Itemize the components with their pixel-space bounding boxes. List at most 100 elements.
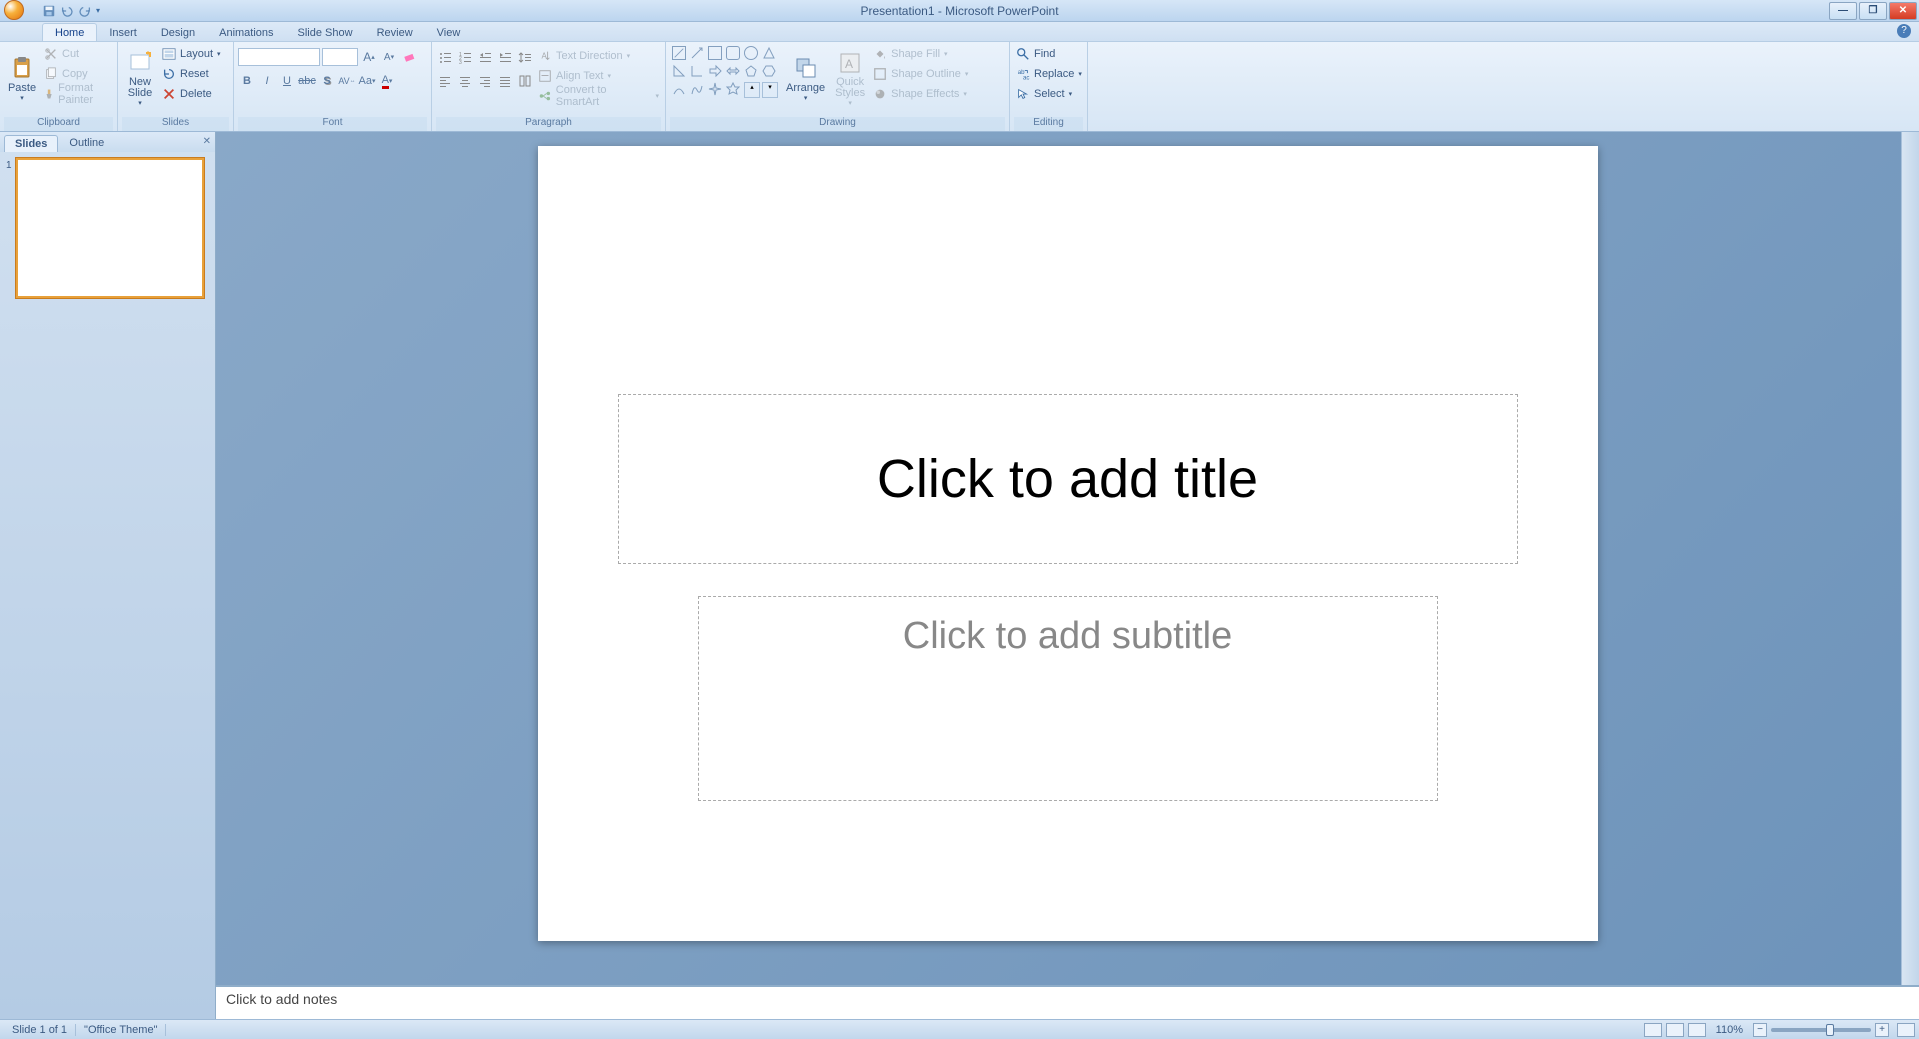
tab-home[interactable]: Home <box>42 23 97 41</box>
align-text-button[interactable]: Align Text▾ <box>536 66 661 86</box>
maximize-button[interactable]: ❐ <box>1859 2 1887 20</box>
pentagon-icon[interactable] <box>744 64 758 78</box>
close-button[interactable]: ✕ <box>1889 2 1917 20</box>
shapes-gallery[interactable]: ▴ ▾ <box>670 44 780 100</box>
line-icon[interactable] <box>672 46 686 60</box>
zoom-out-button[interactable]: − <box>1753 1023 1767 1037</box>
thumbnails-list[interactable]: 1 <box>0 152 215 1019</box>
zoom-thumb[interactable] <box>1826 1024 1834 1036</box>
normal-view-button[interactable] <box>1644 1023 1662 1037</box>
fit-to-window-button[interactable] <box>1897 1023 1915 1037</box>
text-shadow-button[interactable]: S <box>318 72 336 90</box>
align-left-button[interactable] <box>436 72 454 90</box>
elbow-icon[interactable] <box>690 64 704 78</box>
reset-button[interactable]: Reset <box>160 64 223 84</box>
sorter-view-button[interactable] <box>1666 1023 1684 1037</box>
oval-icon[interactable] <box>744 46 758 60</box>
canvas-area[interactable]: Click to add title Click to add subtitle <box>216 132 1919 985</box>
double-arrow-icon[interactable] <box>726 64 740 78</box>
subtitle-placeholder[interactable]: Click to add subtitle <box>698 596 1438 801</box>
font-size-combo[interactable] <box>322 48 358 66</box>
shape-effects-button[interactable]: Shape Effects▾ <box>871 84 970 104</box>
redo-icon[interactable] <box>78 4 92 18</box>
help-icon[interactable]: ? <box>1897 24 1911 38</box>
tab-design[interactable]: Design <box>149 24 207 41</box>
shape-outline-button[interactable]: Shape Outline▾ <box>871 64 970 84</box>
numbering-button[interactable]: 123 <box>456 48 474 66</box>
font-color-button[interactable]: A▾ <box>378 72 396 90</box>
replace-button[interactable]: abacReplace▾ <box>1014 64 1084 84</box>
format-painter-button[interactable]: Format Painter <box>42 84 113 104</box>
panel-tabs: Slides Outline ✕ <box>0 132 215 152</box>
change-case-button[interactable]: Aa▾ <box>358 72 376 90</box>
clear-formatting-button[interactable] <box>400 48 418 66</box>
save-icon[interactable] <box>42 4 56 18</box>
freeform-icon[interactable] <box>690 82 704 96</box>
align-right-button[interactable] <box>476 72 494 90</box>
copy-button[interactable]: Copy <box>42 64 113 84</box>
align-center-button[interactable] <box>456 72 474 90</box>
star5-icon[interactable] <box>726 82 740 96</box>
thumbnail-preview[interactable] <box>16 158 204 298</box>
notes-pane[interactable]: Click to add notes <box>216 985 1919 1019</box>
tab-review[interactable]: Review <box>365 24 425 41</box>
tab-animations[interactable]: Animations <box>207 24 285 41</box>
increase-indent-button[interactable] <box>496 48 514 66</box>
italic-button[interactable]: I <box>258 72 276 90</box>
star4-icon[interactable] <box>708 82 722 96</box>
panel-tab-outline[interactable]: Outline <box>58 134 115 152</box>
select-button[interactable]: Select▾ <box>1014 84 1084 104</box>
triangle-icon[interactable] <box>762 46 776 60</box>
zoom-slider[interactable] <box>1771 1028 1871 1032</box>
paste-button[interactable]: Paste ▾ <box>4 44 40 114</box>
gallery-scroll-up[interactable]: ▴ <box>744 82 760 98</box>
panel-close-button[interactable]: ✕ <box>203 136 211 147</box>
vertical-scrollbar[interactable] <box>1901 132 1919 985</box>
tab-slideshow[interactable]: Slide Show <box>286 24 365 41</box>
arrange-button[interactable]: Arrange▾ <box>782 44 829 114</box>
shape-fill-button[interactable]: Shape Fill▾ <box>871 44 970 64</box>
zoom-percent[interactable]: 110% <box>1710 1024 1749 1036</box>
line-spacing-button[interactable] <box>516 48 534 66</box>
layout-button[interactable]: Layout▾ <box>160 44 223 64</box>
zoom-in-button[interactable]: + <box>1875 1023 1889 1037</box>
justify-button[interactable] <box>496 72 514 90</box>
rectangle-icon[interactable] <box>708 46 722 60</box>
arrow-icon[interactable] <box>690 46 704 60</box>
bullets-button[interactable] <box>436 48 454 66</box>
undo-icon[interactable] <box>60 4 74 18</box>
gallery-more[interactable]: ▾ <box>762 82 778 98</box>
thumbnail-item[interactable]: 1 <box>6 158 209 298</box>
hexagon-icon[interactable] <box>762 64 776 78</box>
font-name-combo[interactable] <box>238 48 320 66</box>
block-arrow-icon[interactable] <box>708 64 722 78</box>
character-spacing-button[interactable]: AV↔ <box>338 72 356 90</box>
qat-dropdown-icon[interactable]: ▾ <box>96 6 100 15</box>
shrink-font-button[interactable]: A▾ <box>380 48 398 66</box>
find-button[interactable]: Find <box>1014 44 1084 64</box>
title-placeholder[interactable]: Click to add title <box>618 394 1518 564</box>
new-slide-button[interactable]: New Slide ▾ <box>122 44 158 114</box>
curve-icon[interactable] <box>672 82 686 96</box>
grow-font-button[interactable]: A▴ <box>360 48 378 66</box>
minimize-button[interactable]: — <box>1829 2 1857 20</box>
slideshow-view-button[interactable] <box>1688 1023 1706 1037</box>
rounded-rect-icon[interactable] <box>726 46 740 60</box>
decrease-indent-button[interactable] <box>476 48 494 66</box>
cut-button[interactable]: Cut <box>42 44 113 64</box>
slide-canvas[interactable]: Click to add title Click to add subtitle <box>538 146 1598 941</box>
delete-button[interactable]: Delete <box>160 84 223 104</box>
strikethrough-button[interactable]: abc <box>298 72 316 90</box>
bold-button[interactable]: B <box>238 72 256 90</box>
text-direction-button[interactable]: AText Direction▾ <box>536 46 661 66</box>
columns-button[interactable] <box>516 72 534 90</box>
clipboard-icon <box>10 56 34 80</box>
office-button[interactable] <box>4 0 36 22</box>
tab-view[interactable]: View <box>425 24 473 41</box>
right-triangle-icon[interactable] <box>672 64 686 78</box>
tab-insert[interactable]: Insert <box>97 24 149 41</box>
underline-button[interactable]: U <box>278 72 296 90</box>
convert-smartart-button[interactable]: Convert to SmartArt▾ <box>536 86 661 106</box>
quick-styles-button[interactable]: A Quick Styles▾ <box>831 44 869 114</box>
panel-tab-slides[interactable]: Slides <box>4 135 58 152</box>
